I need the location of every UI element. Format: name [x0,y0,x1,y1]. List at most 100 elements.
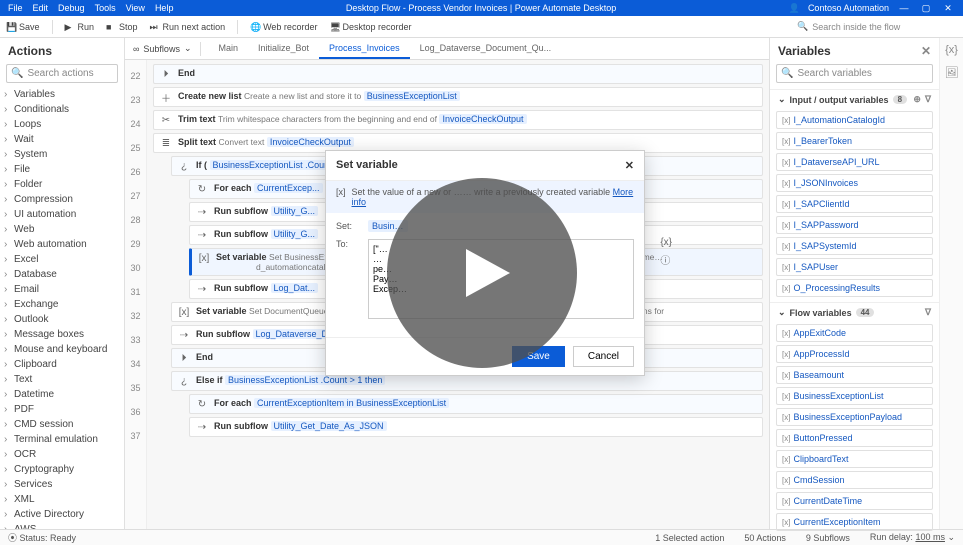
variable-picker-icon[interactable]: {x} [660,237,672,248]
action-category[interactable]: AWS [0,522,124,529]
variable-item[interactable]: [x]Baseamount [776,366,933,384]
line-number: 31 [125,280,146,304]
action-category[interactable]: Message boxes [0,327,124,342]
variable-item[interactable]: [x]CurrentExceptionItem [776,513,933,531]
action-category[interactable]: Loops [0,117,124,132]
variables-search[interactable]: 🔍Search variables [776,64,933,83]
variable-item[interactable]: [x]BusinessExceptionPayload [776,408,933,426]
line-number: 22 [125,64,146,88]
variable-item[interactable]: [x]I_AutomationCatalogId [776,111,933,129]
flow-step[interactable]: ⏵End [153,64,763,84]
flow-step[interactable]: ⇢Run subflow Utility_Get_Date_As_JSON [189,417,763,437]
subflow-tab[interactable]: Initialize_Bot [248,39,319,59]
close-button[interactable]: ✕ [941,3,955,14]
variable-item[interactable]: [x]I_BearerToken [776,132,933,150]
action-category[interactable]: Clipboard [0,357,124,372]
action-category[interactable]: OCR [0,447,124,462]
action-category[interactable]: Variables [0,87,124,102]
action-category[interactable]: Conditionals [0,102,124,117]
stop-button[interactable]: ■Stop [106,22,138,32]
step-icon: ¿ [178,160,190,172]
add-variable-icon[interactable]: ⊕ [913,94,921,105]
account-icon[interactable]: 👤 [789,3,800,14]
menu-view[interactable]: View [126,3,145,13]
minimize-button[interactable]: — [897,3,911,13]
web-recorder-button[interactable]: 🌐Web recorder [250,22,317,32]
maximize-button[interactable]: ▢ [919,3,933,14]
menu-tools[interactable]: Tools [95,3,116,13]
variables-close-icon[interactable]: ✕ [921,44,931,58]
action-category[interactable]: Email [0,282,124,297]
variable-item[interactable]: [x]ClipboardText [776,450,933,468]
chevron-down-icon[interactable]: ⌄ [778,94,786,105]
variable-item[interactable]: [x]BusinessExceptionList [776,387,933,405]
action-category[interactable]: Exchange [0,297,124,312]
variable-item[interactable]: [x]I_SAPSystemId [776,237,933,255]
variable-item[interactable]: [x]O_ProcessingResults [776,279,933,297]
run-button[interactable]: ▶Run [65,22,95,32]
subflow-tab[interactable]: Log_Dataverse_Document_Qu... [410,39,562,59]
variable-token: Utility_Get_Date_As_JSON [271,421,387,431]
action-category[interactable]: Cryptography [0,462,124,477]
variable-item[interactable]: [x]AppExitCode [776,324,933,342]
subflow-tab[interactable]: Process_Invoices [319,39,410,59]
variables-strip-icon[interactable]: {x} [945,44,958,56]
save-button[interactable]: 💾Save [6,22,40,32]
menu-help[interactable]: Help [155,3,174,13]
variable-item[interactable]: [x]I_SAPPassword [776,216,933,234]
actions-pane: Actions 🔍Search actions VariablesConditi… [0,38,125,529]
account-name[interactable]: Contoso Automation [808,3,889,13]
action-category[interactable]: Mouse and keyboard [0,342,124,357]
action-category[interactable]: XML [0,492,124,507]
variable-item[interactable]: [x]I_SAPClientId [776,195,933,213]
actions-search[interactable]: 🔍Search actions [6,64,118,83]
dialog-save-button[interactable]: Save [512,346,565,367]
chevron-down-icon[interactable]: ⌄ [778,307,786,318]
action-category[interactable]: Outlook [0,312,124,327]
variable-item[interactable]: [x]CmdSession [776,471,933,489]
flow-step[interactable]: ✂Trim text Trim whitespace characters fr… [153,110,763,130]
menu-file[interactable]: File [8,3,23,13]
variable-item[interactable]: [x]CurrentDateTime [776,492,933,510]
images-strip-icon[interactable]: 🖼 [945,66,959,79]
action-category[interactable]: Terminal emulation [0,432,124,447]
filter-icon[interactable]: ∇ [925,94,931,105]
action-category[interactable]: Web automation [0,237,124,252]
action-category[interactable]: Excel [0,252,124,267]
action-category[interactable]: Services [0,477,124,492]
action-category[interactable]: CMD session [0,417,124,432]
info-icon[interactable]: ⓘ [660,252,672,267]
dialog-cancel-button[interactable]: Cancel [573,346,634,367]
action-category[interactable]: Text [0,372,124,387]
desktop-recorder-button[interactable]: 🖥Desktop recorder [329,22,411,32]
filter-icon[interactable]: ∇ [925,307,931,318]
action-category[interactable]: System [0,147,124,162]
dialog-close-icon[interactable]: ✕ [625,159,634,172]
action-category[interactable]: Compression [0,192,124,207]
flow-step[interactable]: ＋Create new list Create a new list and s… [153,87,763,107]
variable-item[interactable]: [x]I_JSONInvoices [776,174,933,192]
action-category[interactable]: Database [0,267,124,282]
action-category[interactable]: UI automation [0,207,124,222]
action-category[interactable]: Datetime [0,387,124,402]
menu-edit[interactable]: Edit [33,3,49,13]
action-category[interactable]: PDF [0,402,124,417]
subflow-tab[interactable]: Main [209,39,249,59]
subflows-dropdown[interactable]: ∞Subflows⌄ [133,43,192,54]
action-category[interactable]: File [0,162,124,177]
variable-item[interactable]: [x]ButtonPressed [776,429,933,447]
action-category[interactable]: Wait [0,132,124,147]
to-value-input[interactable]: ["… … pe… Pay… Excep… [368,239,634,319]
menu-debug[interactable]: Debug [58,3,85,13]
variable-item[interactable]: [x]I_SAPUser [776,258,933,276]
flow-search[interactable]: 🔍Search inside the flow [797,21,957,32]
run-next-button[interactable]: ⏭Run next action [150,22,226,32]
action-category[interactable]: Web [0,222,124,237]
action-category[interactable]: Folder [0,177,124,192]
set-variable-token[interactable]: Busin… [368,220,408,232]
variable-item[interactable]: [x]I_DataverseAPI_URL [776,153,933,171]
action-category[interactable]: Active Directory [0,507,124,522]
flow-step[interactable]: ↻For each CurrentExceptionItem in Busine… [189,394,763,414]
step-icon: ⇢ [196,421,208,433]
variable-item[interactable]: [x]AppProcessId [776,345,933,363]
